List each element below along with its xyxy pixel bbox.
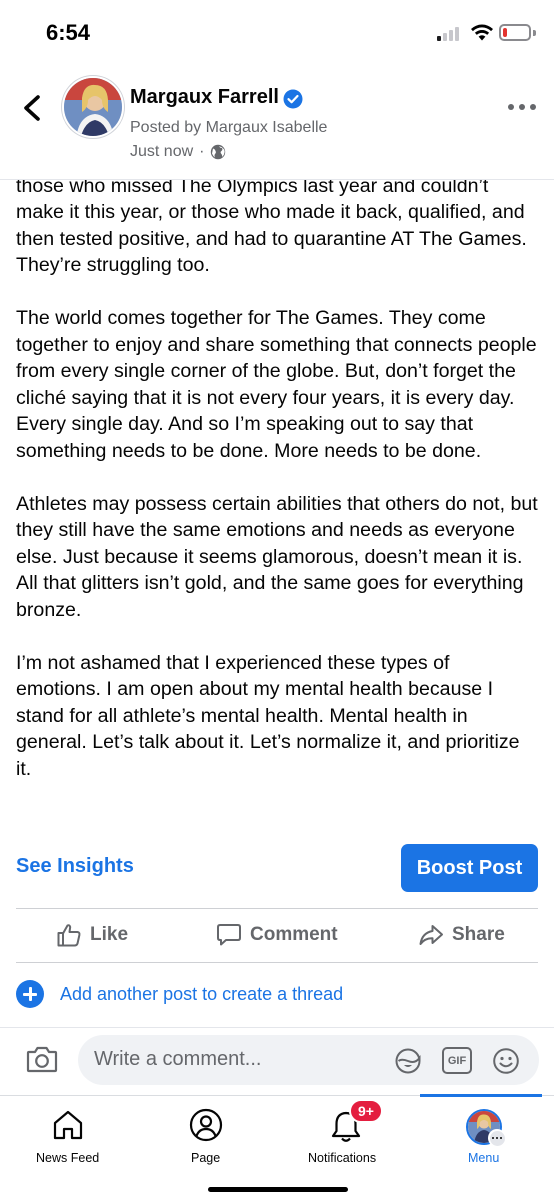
tab-menu[interactable]: Menu [448,1096,520,1176]
add-thread-button[interactable]: Add another post to create a thread [16,980,343,1008]
post-text: Olympians this year, who did make it the… [16,160,538,832]
battery-icon [499,24,531,41]
bottom-tab-bar: News Feed Page Notifications 9+ Menu [0,1094,554,1200]
comment-bubble-icon [217,924,241,946]
comment-input[interactable]: Write a comment... GIF [78,1035,539,1085]
post-actions-bar: Like Comment Share [0,910,554,960]
tab-page[interactable]: Page [160,1096,252,1176]
tab-news-feed[interactable]: News Feed [20,1096,116,1176]
thumbs-up-icon [57,924,81,947]
comment-bar: Write a comment... GIF [0,1027,554,1095]
divider [16,962,538,963]
more-options-icon[interactable] [508,102,536,112]
post-header: Margaux Farrell Posted by Margaux Isabel… [0,62,554,180]
author-name[interactable]: Margaux Farrell [130,86,279,109]
back-arrow-icon[interactable] [20,94,46,122]
tab-label: Menu [468,1151,500,1165]
cellular-signal-icon [437,26,463,41]
like-button[interactable]: Like [56,922,128,948]
like-label: Like [90,924,129,945]
verified-badge-icon [283,89,303,109]
tab-label: News Feed [36,1151,100,1165]
comment-placeholder: Write a comment... [94,1048,262,1070]
comment-label: Comment [250,924,338,945]
share-button[interactable]: Share [418,922,505,948]
meta-separator: · [199,143,205,160]
gif-icon[interactable]: GIF [442,1047,472,1074]
camera-icon[interactable] [26,1045,58,1073]
add-thread-label: Add another post to create a thread [60,983,344,1004]
menu-dots-icon [488,1129,506,1147]
divider [16,908,538,909]
post-meta: Just now · [130,143,226,161]
status-time: 6:54 [46,20,91,45]
boost-post-button[interactable]: Boost Post [401,844,538,892]
plus-circle-icon [16,980,44,1008]
globe-icon [211,144,226,160]
comment-button[interactable]: Comment [216,922,338,948]
see-insights-link[interactable]: See Insights [16,855,134,878]
post-paragraph: The world comes together for The Games. … [16,307,537,462]
post-timestamp[interactable]: Just now [130,143,193,161]
tab-label: Page [191,1151,221,1165]
home-icon [53,1110,83,1140]
emoji-icon[interactable] [492,1047,520,1075]
share-label: Share [452,924,505,945]
author-avatar[interactable] [62,76,124,138]
share-arrow-icon [419,925,443,945]
posted-by-text: Posted by Margaux Isabelle [130,119,328,136]
post-paragraph: those who missed The Olympics last year … [16,174,527,277]
page-profile-icon [189,1108,223,1142]
post-paragraph: I’m not ashamed that I experienced these… [16,651,520,780]
sticker-icon[interactable] [394,1047,422,1075]
notification-badge: 9+ [349,1099,383,1123]
tab-label: Notifications [308,1151,377,1165]
home-indicator [208,1187,348,1192]
wifi-icon [471,24,493,41]
post-paragraph: Athletes may possess certain abilities t… [16,492,538,621]
status-bar: 6:54 [0,0,554,62]
